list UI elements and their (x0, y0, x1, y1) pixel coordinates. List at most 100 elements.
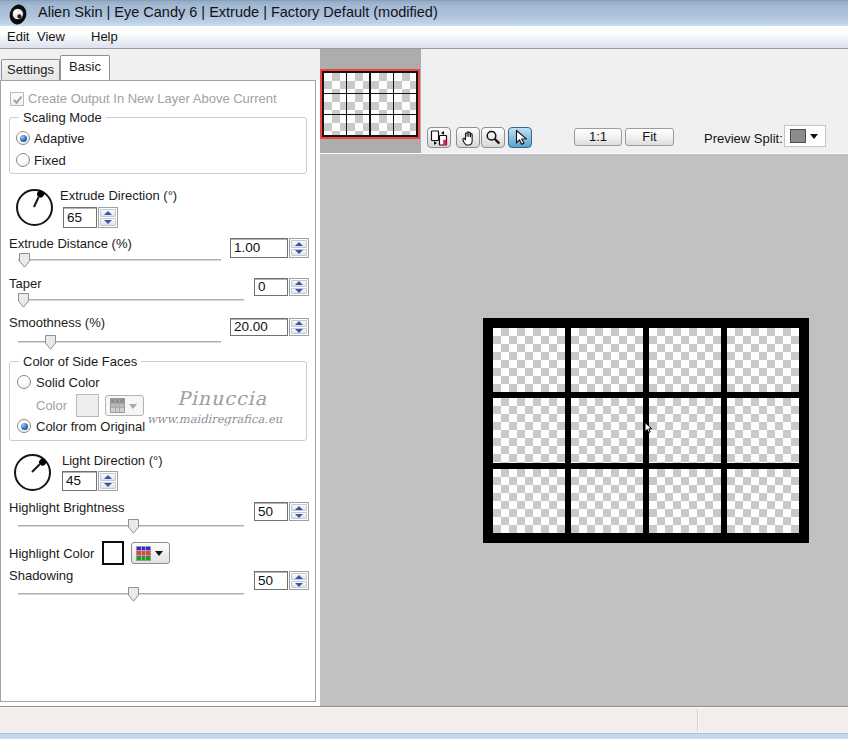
fixed-label: Fixed (34, 154, 66, 168)
spin-down-button[interactable] (100, 482, 116, 490)
highlight-brightness-spin (289, 502, 309, 521)
shadowing-slider (18, 587, 244, 601)
color-grid-icon (136, 546, 151, 561)
spin-down-button[interactable] (291, 288, 307, 295)
taper-input[interactable] (258, 280, 284, 293)
taper-slider-thumb[interactable] (18, 293, 29, 308)
spin-down-button[interactable] (291, 249, 307, 257)
spin-up-button[interactable] (291, 280, 307, 287)
mouse-cursor-icon (644, 422, 653, 435)
transparent-cell (394, 73, 416, 93)
create-output-checkbox[interactable] (10, 92, 24, 106)
spin-up-button[interactable] (291, 240, 307, 248)
highlight-brightness-label: Highlight Brightness (9, 501, 125, 515)
extrude-distance-input[interactable] (234, 240, 284, 255)
slider-track (18, 259, 221, 261)
create-output-label: Create Output In New Layer Above Current (28, 92, 277, 106)
down-arrow-icon (104, 483, 112, 487)
dropdown-caret-icon (810, 134, 818, 139)
hand-icon (460, 129, 477, 146)
pan-tool-button[interactable] (456, 127, 480, 148)
extrude-direction-input[interactable] (67, 209, 93, 225)
spin-down-button[interactable] (291, 512, 307, 519)
solid-color-picker-button[interactable] (105, 395, 144, 416)
solid-color-radio[interactable] (17, 375, 31, 389)
shadowing-input[interactable] (258, 573, 284, 587)
up-arrow-icon (295, 575, 303, 579)
status-bar-divider (697, 709, 698, 732)
compare-preview-button[interactable] (427, 127, 451, 148)
compare-pages-icon (429, 129, 449, 146)
preview-split-swatch (790, 129, 806, 143)
highlight-brightness-slider-thumb[interactable] (128, 519, 139, 534)
light-direction-dial[interactable] (14, 454, 51, 491)
spin-up-button[interactable] (100, 473, 116, 481)
preview-thumbnail[interactable] (320, 69, 420, 139)
up-arrow-icon (295, 281, 303, 285)
down-arrow-icon (295, 583, 303, 587)
dropdown-caret-icon (155, 551, 163, 556)
settings-panel: Create Output In New Layer Above Current… (0, 80, 316, 702)
highlight-brightness-input[interactable] (258, 504, 284, 518)
spin-up-button[interactable] (291, 504, 307, 511)
transparent-cell (324, 115, 346, 135)
transparent-cell (571, 398, 643, 462)
smoothness-label: Smoothness (%) (9, 316, 105, 330)
menu-bar: Edit View Help (0, 26, 848, 49)
light-direction-spin (98, 471, 118, 491)
extrude-direction-dial[interactable] (16, 189, 53, 226)
light-direction-spinbox (62, 471, 97, 491)
menu-view[interactable]: View (30, 26, 72, 48)
check-icon (11, 93, 25, 107)
watermark-url: www.maidiregrafica.eu (147, 412, 282, 426)
shadowing-slider-thumb[interactable] (128, 587, 139, 602)
window-content: Settings Basic Create Output In New Laye… (0, 49, 848, 706)
fit-button[interactable]: Fit (625, 128, 674, 146)
dial-needle-icon (31, 464, 40, 473)
transparent-cell (347, 73, 369, 93)
transparent-cell (324, 94, 346, 114)
thumbnail-image (322, 71, 418, 137)
transparent-cell (347, 115, 369, 135)
spin-down-button[interactable] (291, 328, 307, 335)
smoothness-input[interactable] (234, 320, 284, 333)
solid-color-swatch[interactable] (76, 394, 99, 417)
light-direction-input[interactable] (66, 473, 93, 488)
spin-up-button[interactable] (100, 209, 116, 217)
tab-settings[interactable]: Settings (1, 59, 60, 80)
spin-down-button[interactable] (100, 218, 116, 226)
color-of-side-faces-title: Color of Side Faces (19, 354, 141, 369)
up-arrow-icon (295, 242, 303, 246)
extrude-distance-slider-thumb[interactable] (19, 253, 30, 268)
down-arrow-icon (295, 250, 303, 254)
title-bar[interactable]: Alien Skin | Eye Candy 6 | Extrude | Fac… (0, 0, 848, 26)
down-arrow-icon (104, 220, 112, 224)
preview-area[interactable] (320, 153, 848, 706)
zoom-tool-button[interactable] (481, 127, 505, 148)
window-title: Alien Skin | Eye Candy 6 | Extrude | Fac… (38, 4, 438, 20)
extrude-direction-spin (98, 207, 118, 228)
transparent-cell (727, 469, 799, 533)
watermark-name: Pinuccia (177, 387, 267, 409)
select-tool-button[interactable] (508, 127, 532, 148)
highlight-color-label: Highlight Color (9, 547, 94, 561)
highlight-color-swatch[interactable] (102, 541, 124, 565)
smoothness-slider-thumb[interactable] (45, 335, 56, 350)
menu-help[interactable]: Help (84, 26, 125, 48)
up-arrow-icon (295, 506, 303, 510)
tab-basic[interactable]: Basic (60, 55, 110, 80)
radio-dot-icon (21, 423, 28, 430)
spin-down-button[interactable] (291, 581, 307, 588)
spin-up-button[interactable] (291, 573, 307, 580)
shadowing-spinbox (254, 571, 288, 590)
highlight-color-picker-button[interactable] (131, 542, 170, 564)
radio-dot-icon (20, 135, 27, 142)
fixed-radio[interactable] (16, 153, 30, 167)
shadowing-spin (289, 571, 309, 590)
spin-up-button[interactable] (291, 320, 307, 327)
tab-strip: Settings Basic (0, 49, 320, 80)
one-to-one-button[interactable]: 1:1 (574, 128, 622, 146)
adaptive-radio[interactable] (16, 131, 30, 145)
preview-split-dropdown[interactable] (784, 125, 826, 147)
color-from-original-radio[interactable] (17, 419, 31, 433)
